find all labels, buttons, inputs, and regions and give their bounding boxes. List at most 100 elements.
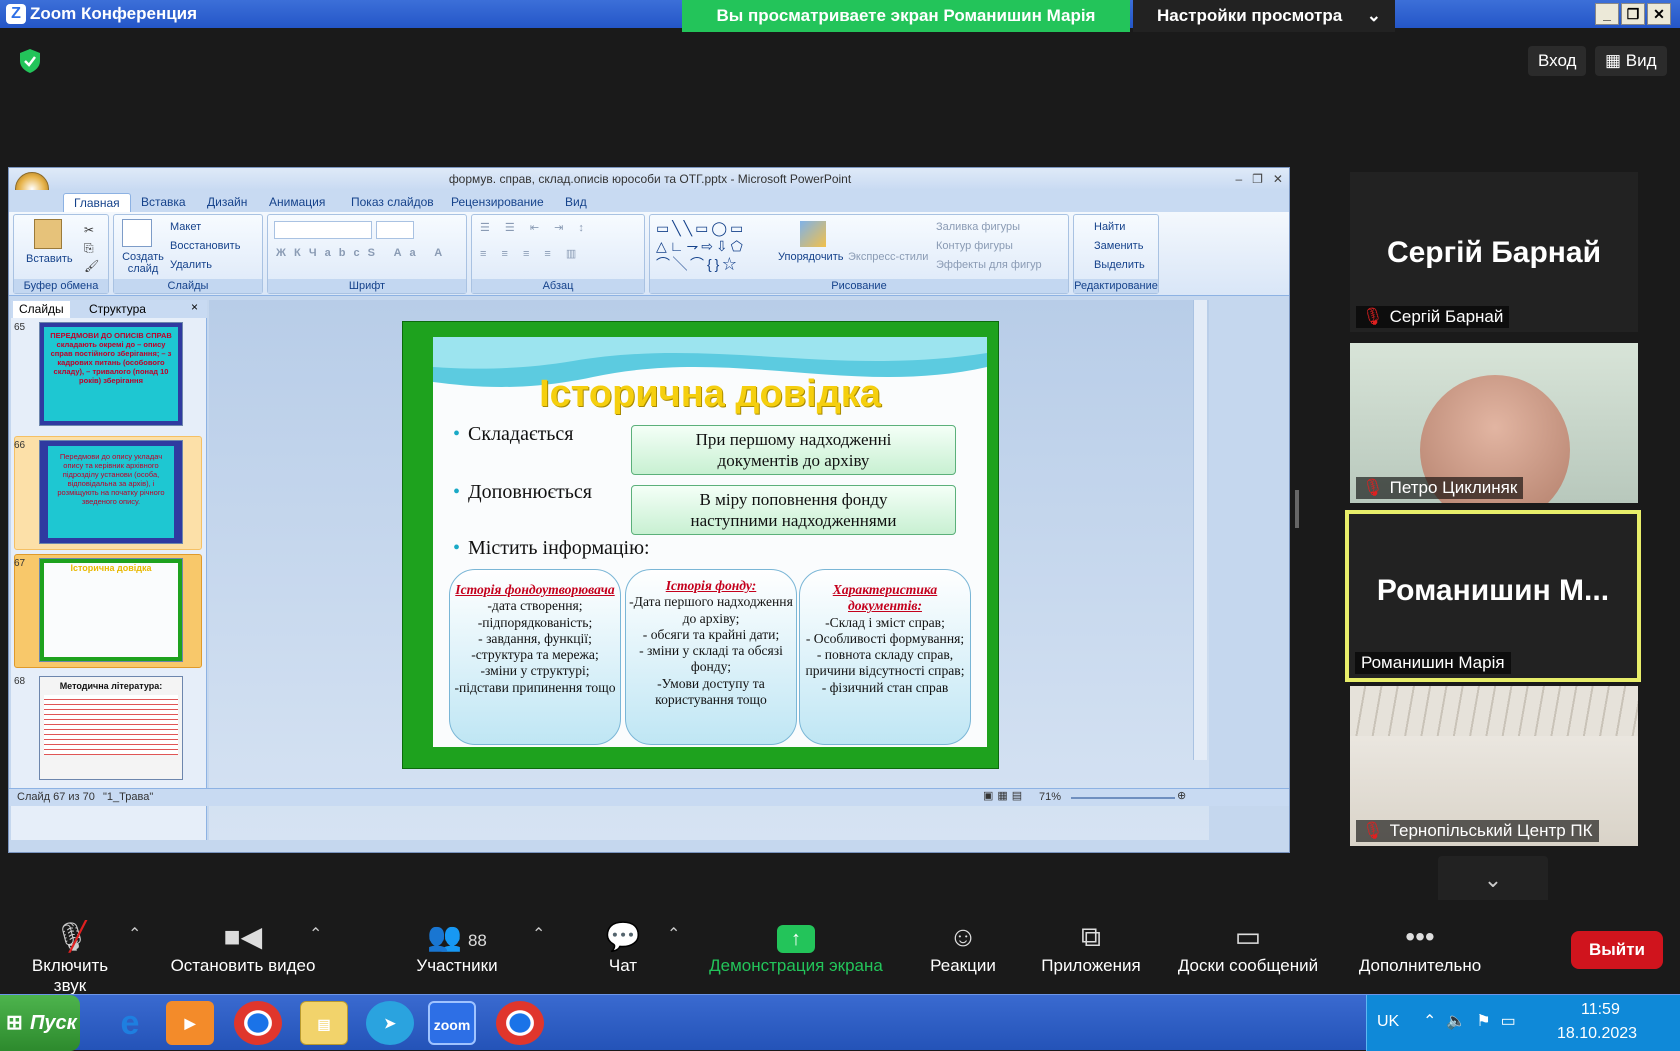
unmute-label: Включить звук bbox=[31, 956, 109, 995]
view-settings-dropdown[interactable]: Настройки просмотра ⌄ bbox=[1133, 0, 1395, 32]
language-indicator[interactable]: UK bbox=[1377, 1013, 1399, 1031]
thumb-text: Передмови до опису укладач опису та кері… bbox=[48, 446, 174, 538]
chat-button[interactable]: 💬 Чат bbox=[600, 918, 646, 976]
layout-button[interactable]: Макет bbox=[170, 221, 201, 233]
card-line: -зміни у структурі; bbox=[480, 663, 590, 679]
find-button[interactable]: Найти bbox=[1094, 221, 1125, 233]
align-buttons[interactable]: ≡ ≡ ≡ ≡ ▥ bbox=[480, 247, 582, 260]
font-group-label: Шрифт bbox=[268, 279, 466, 293]
thumb-number: 66 bbox=[14, 440, 26, 451]
tray-icons[interactable]: ⌃🔈⚑▭ bbox=[1423, 1011, 1526, 1031]
slide-thumb-67[interactable]: Історична довідка bbox=[39, 558, 183, 662]
chrome-profile-icon[interactable] bbox=[496, 1001, 544, 1045]
splitter-handle[interactable] bbox=[1295, 490, 1299, 528]
audio-options-caret-icon[interactable]: ⌃ bbox=[128, 924, 141, 944]
apps-button[interactable]: ⧉ Приложения bbox=[1034, 918, 1148, 976]
clock-time: 11:59 bbox=[1581, 1001, 1620, 1018]
list-buttons[interactable]: ☰ ☰ ⇤ ⇥ ↕ bbox=[480, 221, 590, 234]
view-button[interactable]: ▦ Вид bbox=[1595, 46, 1667, 76]
slide[interactable]: Історична довідка Складається Доповнюєть… bbox=[402, 321, 999, 769]
chrome-icon[interactable] bbox=[234, 1001, 282, 1045]
vertical-scrollbar[interactable] bbox=[1193, 300, 1207, 760]
participant-name: Петро Циклиняк bbox=[1389, 478, 1518, 497]
view-mode-icons[interactable]: ▣▦▤ bbox=[983, 789, 1026, 802]
zoom-in-icon[interactable]: ⊕ bbox=[1177, 789, 1186, 802]
font-format-buttons[interactable]: ЖКЧabcS Aa A bbox=[276, 247, 450, 259]
signin-button[interactable]: Вход bbox=[1528, 46, 1587, 76]
card-line: -Дата першого надходження до архіву; bbox=[629, 594, 793, 626]
file-explorer-icon[interactable]: ▤ bbox=[300, 1001, 348, 1045]
clock-date: 18.10.2023 bbox=[1557, 1025, 1638, 1042]
slide-content: Історична довідка Складається Доповнюєть… bbox=[433, 337, 987, 747]
shape-effects-button[interactable]: Эффекты для фигур bbox=[936, 259, 1042, 271]
more-button[interactable]: ••• Дополнительно bbox=[1350, 918, 1490, 976]
video-tile-2[interactable]: 🎙 Петро Циклиняк bbox=[1350, 343, 1638, 503]
unmute-button[interactable]: 🎙╱ Включить звук bbox=[14, 918, 126, 996]
tab-review[interactable]: Рецензирование bbox=[441, 193, 554, 212]
theme-name: "1_Трава" bbox=[103, 791, 154, 803]
video-tile-active-speaker[interactable]: Романишин М... Романишин Марія bbox=[1345, 510, 1641, 682]
tab-home[interactable]: Главная bbox=[63, 193, 131, 212]
create-slide-button[interactable]: Создать слайд bbox=[118, 251, 168, 275]
media-player-icon[interactable]: ▶ bbox=[166, 1001, 214, 1045]
shape-outline-button[interactable]: Контур фигуры bbox=[936, 240, 1013, 252]
stop-video-button[interactable]: ■◀ Остановить видео bbox=[162, 918, 324, 976]
slide-thumb-65[interactable]: ПЕРЕДМОВИ ДО ОПИСІВ СПРАВ складають окре… bbox=[39, 322, 183, 426]
video-options-caret-icon[interactable]: ⌃ bbox=[309, 924, 322, 944]
security-shield-icon[interactable] bbox=[18, 48, 42, 74]
scroll-down-chevron-icon[interactable]: ⌄ bbox=[1438, 856, 1548, 906]
shapes-gallery[interactable]: ▭╲╲▭◯▭ △∟⇁⇨⇩⬠ ⌒╲⌒{}☆ bbox=[656, 219, 746, 273]
ppt-window-controls[interactable]: – ❐ ✕ bbox=[1236, 168, 1284, 190]
share-screen-button[interactable]: ↑ Демонстрация экрана bbox=[702, 918, 890, 976]
shape-fill-button[interactable]: Заливка фигуры bbox=[936, 221, 1020, 233]
tab-design[interactable]: Дизайн bbox=[197, 193, 257, 212]
delete-button[interactable]: Удалить bbox=[170, 259, 212, 271]
replace-button[interactable]: Заменить bbox=[1094, 240, 1143, 252]
font-name-field[interactable] bbox=[274, 221, 372, 239]
express-styles-button[interactable]: Экспресс-стили bbox=[848, 251, 928, 263]
participants-button[interactable]: 👥 88 Участники bbox=[412, 918, 502, 976]
zoom-slider[interactable] bbox=[1071, 797, 1175, 799]
maximize-button[interactable]: ❐ bbox=[1621, 3, 1645, 25]
whiteboards-button[interactable]: ▭ Доски сообщений bbox=[1170, 918, 1326, 976]
green-box-2: В міру поповнення фонду наступними надход… bbox=[631, 485, 956, 535]
cut-copy-format-icons[interactable]: ✂ ⎘ 🖌 bbox=[84, 221, 99, 275]
slide-thumb-68[interactable]: Методична література: bbox=[39, 676, 183, 780]
participant-label: 🎙 Петро Циклиняк bbox=[1356, 477, 1524, 499]
internet-explorer-icon[interactable]: e bbox=[106, 1001, 154, 1045]
close-button[interactable]: ✕ bbox=[1647, 3, 1671, 25]
tab-outline[interactable]: Структура bbox=[83, 301, 152, 318]
video-tile-1[interactable]: Сергій Барнай 🎙 Сергій Барнай bbox=[1350, 172, 1638, 332]
reactions-button[interactable]: ☺ Реакции bbox=[925, 918, 1001, 976]
leave-button[interactable]: Выйти bbox=[1571, 931, 1663, 969]
tab-slideshow[interactable]: Показ слайдов bbox=[341, 193, 444, 212]
tab-insert[interactable]: Вставка bbox=[131, 193, 196, 212]
start-button[interactable]: ⊞ Пуск bbox=[0, 995, 80, 1051]
chat-icon: 💬 bbox=[605, 921, 641, 952]
telegram-icon[interactable]: ➤ bbox=[366, 1001, 414, 1045]
zoom-taskbar-icon[interactable]: zoom bbox=[428, 1001, 476, 1045]
tab-view[interactable]: Вид bbox=[555, 193, 597, 212]
thumb-number: 65 bbox=[14, 322, 26, 333]
tab-animation[interactable]: Анимация bbox=[259, 193, 335, 212]
chat-caret-icon[interactable]: ⌃ bbox=[667, 924, 680, 944]
font-size-field[interactable] bbox=[376, 221, 414, 239]
arrange-button[interactable]: Упорядочить bbox=[778, 251, 843, 263]
ribbon: Вставить ✂ ⎘ 🖌 Буфер обмена Создать слайд … bbox=[9, 212, 1289, 296]
card-line: - повнота складу справ, причини відсутно… bbox=[805, 647, 965, 679]
ribbon-tabs: Главная Вставка Дизайн Анимация Показ сл… bbox=[9, 190, 1289, 212]
restore-button[interactable]: Восстановить bbox=[170, 240, 240, 252]
participant-name: Сергій Барнай bbox=[1389, 307, 1504, 326]
more-dots-icon: ••• bbox=[1405, 921, 1435, 952]
bullet-1: Складається bbox=[453, 423, 574, 446]
slide-title: Історична довідка bbox=[539, 373, 881, 415]
thumb-number: 68 bbox=[14, 676, 26, 687]
minimize-button[interactable]: _ bbox=[1595, 3, 1619, 25]
close-pane-icon[interactable]: × bbox=[191, 300, 198, 314]
tab-slides[interactable]: Слайды bbox=[13, 301, 70, 318]
select-button[interactable]: Выделить bbox=[1094, 259, 1145, 271]
participants-caret-icon[interactable]: ⌃ bbox=[532, 924, 545, 944]
slide-thumb-66[interactable]: Передмови до опису укладач опису та кері… bbox=[39, 440, 183, 544]
paste-button[interactable]: Вставить bbox=[26, 253, 73, 265]
video-tile-4[interactable]: 🎙 Тернопільський Центр ПК bbox=[1350, 686, 1638, 846]
